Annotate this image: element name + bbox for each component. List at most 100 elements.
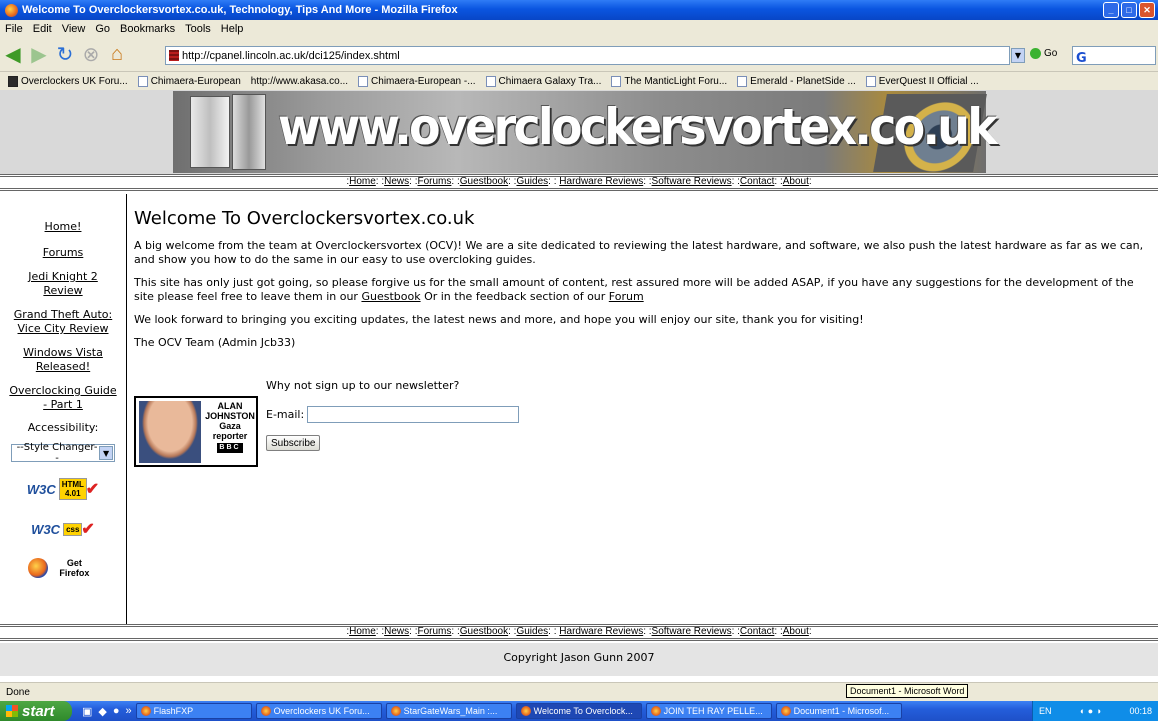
sidebar-item-gta[interactable]: Grand Theft Auto: Vice City Review <box>0 308 126 336</box>
bookmark-icon <box>611 75 622 87</box>
signature: The OCV Team (Admin Jcb33) <box>134 336 296 349</box>
newsletter-prompt: Why not sign up to our newsletter? <box>266 379 460 392</box>
main-content: Welcome To Overclockersvortex.co.uk A bi… <box>134 208 1152 359</box>
sidebar-item-jedi-knight[interactable]: Jedi Knight 2 Review <box>0 270 126 298</box>
bbc-logo: BBC <box>217 443 243 453</box>
taskbar-item[interactable]: JOIN TEH RAY PELLE... <box>645 703 772 719</box>
nav-guestbook[interactable]: Guestbook <box>460 626 508 637</box>
get-firefox-badge[interactable]: Get Firefox <box>28 558 98 578</box>
nav-hardware-reviews[interactable]: Hardware Reviews <box>559 176 643 187</box>
style-changer-select[interactable]: --Style Changer-- ▼ <box>11 442 115 464</box>
menu-help[interactable]: Help <box>221 23 244 35</box>
nav-contact[interactable]: Contact <box>740 626 774 637</box>
firefox-icon <box>5 3 18 17</box>
pc-case-image <box>232 94 266 170</box>
show-desktop-icon[interactable]: ▣ <box>82 705 92 718</box>
bookmark-item[interactable]: Chimaera-European -... <box>358 75 476 87</box>
alan-johnston-banner[interactable]: ALAN JOHNSTON Gaza reporter BBC <box>134 396 258 467</box>
taskbar-item[interactable]: FlashFXP <box>135 703 252 719</box>
w3c-css-badge[interactable]: W3C css ✔ <box>27 516 99 542</box>
bookmark-icon <box>358 75 369 87</box>
sidebar-item-vista[interactable]: Windows Vista Released! <box>0 346 126 374</box>
bookmark-item[interactable]: Overclockers UK Foru... <box>8 75 128 87</box>
bookmark-item[interactable]: http://www.akasa.co... <box>251 76 348 87</box>
bookmark-item[interactable]: Chimaera-European <box>137 75 241 87</box>
quicklaunch-icon[interactable]: ● <box>113 705 120 718</box>
window-title: Welcome To Overclockersvortex.co.uk, Tec… <box>22 4 458 16</box>
forward-icon[interactable]: ▶ <box>26 42 52 68</box>
address-bar[interactable]: http://cpanel.lincoln.ac.uk/dci125/index… <box>165 46 1010 65</box>
nav-software-reviews[interactable]: Software Reviews <box>652 626 732 637</box>
chevron-down-icon: ▼ <box>99 446 113 460</box>
nav-guestbook[interactable]: Guestbook <box>460 176 508 187</box>
menu-tools[interactable]: Tools <box>185 23 211 35</box>
guestbook-link[interactable]: Guestbook <box>361 290 420 303</box>
address-dropdown-icon[interactable]: ▼ <box>1011 48 1025 63</box>
go-button[interactable]: Go <box>1030 48 1057 59</box>
home-icon[interactable]: ⌂ <box>104 42 130 68</box>
site-logo-text: www.overclockersvortex.co.uk <box>278 98 998 156</box>
nav-forums[interactable]: Forums <box>418 626 452 637</box>
bookmarks-toolbar: Overclockers UK Foru... Chimaera-Europea… <box>0 72 1158 90</box>
nav-about[interactable]: About <box>783 176 809 187</box>
go-icon <box>1030 48 1041 59</box>
sidebar-item-home[interactable]: Home! <box>0 220 126 234</box>
maximize-button[interactable]: □ <box>1121 2 1137 18</box>
divider <box>0 188 1158 191</box>
sidebar-item-forums[interactable]: Forums <box>0 246 126 260</box>
taskbar-item[interactable]: Overclockers UK Foru... <box>255 703 382 719</box>
alan-johnston-caption: ALAN JOHNSTON Gaza reporter BBC <box>205 401 255 453</box>
taskbar-item[interactable]: Document1 - Microsof... <box>775 703 902 719</box>
back-icon[interactable]: ◀ <box>0 42 26 68</box>
nav-home[interactable]: Home <box>349 626 376 637</box>
nav-news[interactable]: News <box>384 626 409 637</box>
firefox-icon <box>260 706 271 716</box>
bookmark-item[interactable]: Chimaera Galaxy Tra... <box>485 75 601 87</box>
menu-go[interactable]: Go <box>95 23 110 35</box>
web-page: www.overclockersvortex.co.uk :Home: :New… <box>0 90 1158 682</box>
nav-contact[interactable]: Contact <box>740 176 774 187</box>
bookmark-icon <box>865 75 876 87</box>
sidebar-item-overclocking-guide[interactable]: Overclocking Guide - Part 1 <box>0 384 126 412</box>
menu-file[interactable]: File <box>5 23 23 35</box>
start-button[interactable]: start <box>0 701 72 721</box>
bookmark-item[interactable]: The ManticLight Foru... <box>611 75 727 87</box>
bookmark-icon <box>737 75 748 87</box>
bottom-nav: :Home: :News: :Forums: :Guestbook: :Guid… <box>346 626 812 637</box>
newsletter-section: Why not sign up to our newsletter? ALAN … <box>134 379 554 469</box>
taskbar-item-active[interactable]: Welcome To Overclock... <box>515 703 642 719</box>
email-field[interactable] <box>307 406 520 423</box>
w3c-html-badge[interactable]: W3C HTML 4.01 ✔ <box>27 476 99 502</box>
expand-icon[interactable]: » <box>126 705 132 718</box>
nav-hardware-reviews[interactable]: Hardware Reviews <box>559 626 643 637</box>
bookmark-item[interactable]: EverQuest II Official ... <box>865 75 979 87</box>
nav-news[interactable]: News <box>384 176 409 187</box>
close-button[interactable]: ✕ <box>1139 2 1155 18</box>
language-indicator[interactable]: EN <box>1039 706 1052 716</box>
nav-about[interactable]: About <box>783 626 809 637</box>
menu-bookmarks[interactable]: Bookmarks <box>120 23 175 35</box>
nav-guides[interactable]: Guides <box>516 626 548 637</box>
menu-view[interactable]: View <box>62 23 86 35</box>
nav-forums[interactable]: Forums <box>418 176 452 187</box>
top-nav: :Home: :News: :Forums: :Guestbook: :Guid… <box>346 176 812 187</box>
minimize-button[interactable]: _ <box>1103 2 1119 18</box>
portrait-image <box>139 401 201 463</box>
search-input[interactable]: G <box>1072 46 1156 66</box>
subscribe-button[interactable]: Subscribe <box>266 435 321 451</box>
banner: www.overclockersvortex.co.uk <box>0 90 1158 174</box>
nav-guides[interactable]: Guides <box>516 176 548 187</box>
taskbar-item[interactable]: StarGateWars_Main :... <box>385 703 512 719</box>
tray-icons[interactable]: ◐ ● ◑ <box>1080 706 1101 716</box>
window-titlebar[interactable]: Welcome To Overclockersvortex.co.uk, Tec… <box>0 0 1158 20</box>
divider <box>0 638 1158 641</box>
quicklaunch-icon[interactable]: ◆ <box>98 705 106 718</box>
nav-home[interactable]: Home <box>349 176 376 187</box>
menu-edit[interactable]: Edit <box>33 23 52 35</box>
forum-link[interactable]: Forum <box>609 290 644 303</box>
nav-software-reviews[interactable]: Software Reviews <box>652 176 732 187</box>
notice-paragraph: This site has only just got going, so pl… <box>134 276 1134 303</box>
bookmark-item[interactable]: Emerald - PlanetSide ... <box>737 75 856 87</box>
stop-icon[interactable]: ⊗ <box>78 42 104 68</box>
reload-icon[interactable]: ↻ <box>52 42 78 68</box>
